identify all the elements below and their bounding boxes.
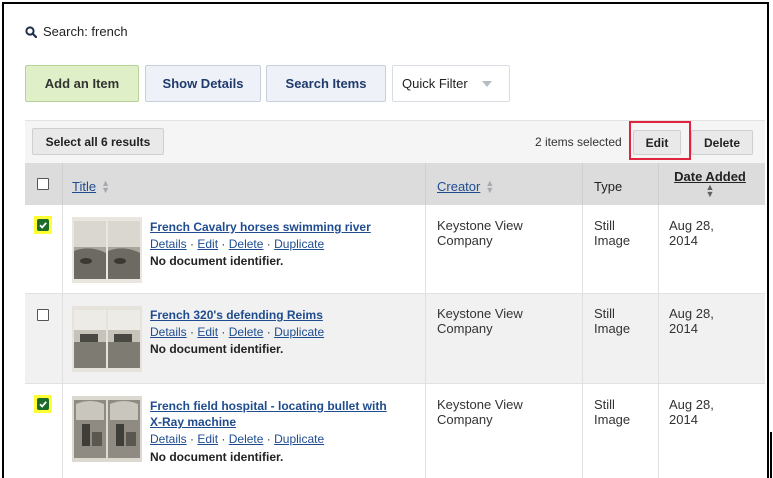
delete-link[interactable]: Delete [229, 237, 264, 251]
details-link[interactable]: Details [150, 325, 187, 339]
chevron-down-icon [481, 80, 492, 87]
item-actions: Details · Edit · Delete · Duplicate [150, 237, 325, 251]
date-cell: Aug 28, 2014 [669, 397, 714, 427]
item-title-link[interactable]: French field hospital - locating bullet … [150, 398, 387, 430]
table-row: French 320's defending Reims Details · E… [25, 294, 765, 384]
search-items-button[interactable]: Search Items [266, 65, 386, 102]
show-details-button[interactable]: Show Details [145, 65, 261, 102]
identifier-text: No document identifier. [150, 342, 284, 356]
row-checkbox[interactable] [37, 308, 49, 326]
frame-edge [770, 432, 772, 478]
item-actions: Details · Edit · Delete · Duplicate [150, 325, 325, 339]
item-title-link[interactable]: French 320's defending Reims [150, 307, 323, 323]
row-checkbox[interactable] [34, 395, 52, 413]
batch-toolbar: Select all 6 results 2 items selected Ed… [25, 121, 765, 163]
duplicate-link[interactable]: Duplicate [274, 237, 324, 251]
table-row: French field hospital - locating bullet … [25, 384, 765, 478]
edit-link[interactable]: Edit [197, 237, 218, 251]
type-cell: Still Image [594, 218, 631, 248]
delete-link[interactable]: Delete [229, 432, 264, 446]
row-checkbox[interactable] [34, 216, 52, 234]
title-sort-link[interactable]: Title [72, 179, 96, 194]
table-header: Title ▲ ▼ Creator ▲ ▼ Type Date Added ▲ ▼ [25, 163, 765, 205]
identifier-text: No document identifier. [150, 254, 284, 268]
batch-delete-button[interactable]: Delete [691, 130, 753, 155]
details-link[interactable]: Details [150, 237, 187, 251]
edit-callout-box [629, 121, 691, 160]
duplicate-link[interactable]: Duplicate [274, 432, 324, 446]
select-all-checkbox[interactable] [37, 178, 49, 193]
item-thumbnail[interactable] [72, 306, 142, 372]
sort-icon: ▲ ▼ [705, 182, 715, 199]
details-link[interactable]: Details [150, 432, 187, 446]
edit-link[interactable]: Edit [197, 432, 218, 446]
item-thumbnail[interactable] [72, 217, 142, 283]
identifier-text: No document identifier. [150, 450, 284, 464]
search-summary: Search: french [25, 24, 128, 39]
selected-count: 2 items selected [535, 135, 622, 149]
checkmark-icon [39, 222, 47, 229]
duplicate-link[interactable]: Duplicate [274, 325, 324, 339]
title-column-header[interactable]: Title ▲ ▼ [72, 177, 110, 195]
type-cell: Still Image [594, 306, 631, 336]
item-title-link[interactable]: French Cavalry horses swimming river [150, 219, 371, 235]
type-column-header: Type [594, 179, 623, 194]
add-item-button[interactable]: Add an Item [25, 65, 139, 102]
creator-column-header[interactable]: Creator ▲ ▼ [437, 177, 495, 195]
creator-sort-link[interactable]: Creator [437, 179, 480, 194]
search-label: Search: french [43, 24, 128, 39]
date-added-column-header[interactable]: Date Added ▲ ▼ [669, 169, 751, 200]
select-all-button[interactable]: Select all 6 results [32, 128, 164, 155]
delete-link[interactable]: Delete [229, 325, 264, 339]
type-cell: Still Image [594, 397, 631, 427]
item-thumbnail[interactable] [72, 396, 142, 462]
sort-icon: ▲ ▼ [101, 177, 110, 195]
checkmark-icon [39, 401, 47, 408]
search-icon [25, 25, 37, 38]
items-table: Select all 6 results 2 items selected Ed… [25, 120, 765, 478]
creator-cell: Keystone View Company [437, 218, 523, 248]
quick-filter-dropdown[interactable]: Quick Filter [392, 65, 510, 102]
item-actions: Details · Edit · Delete · Duplicate [150, 432, 325, 446]
creator-cell: Keystone View Company [437, 397, 523, 427]
edit-link[interactable]: Edit [197, 325, 218, 339]
quick-filter-label: Quick Filter [402, 76, 468, 91]
sort-icon: ▲ ▼ [485, 177, 495, 195]
creator-cell: Keystone View Company [437, 306, 523, 336]
table-row: French Cavalry horses swimming river Det… [25, 205, 765, 294]
date-cell: Aug 28, 2014 [669, 218, 714, 248]
date-cell: Aug 28, 2014 [669, 306, 714, 336]
